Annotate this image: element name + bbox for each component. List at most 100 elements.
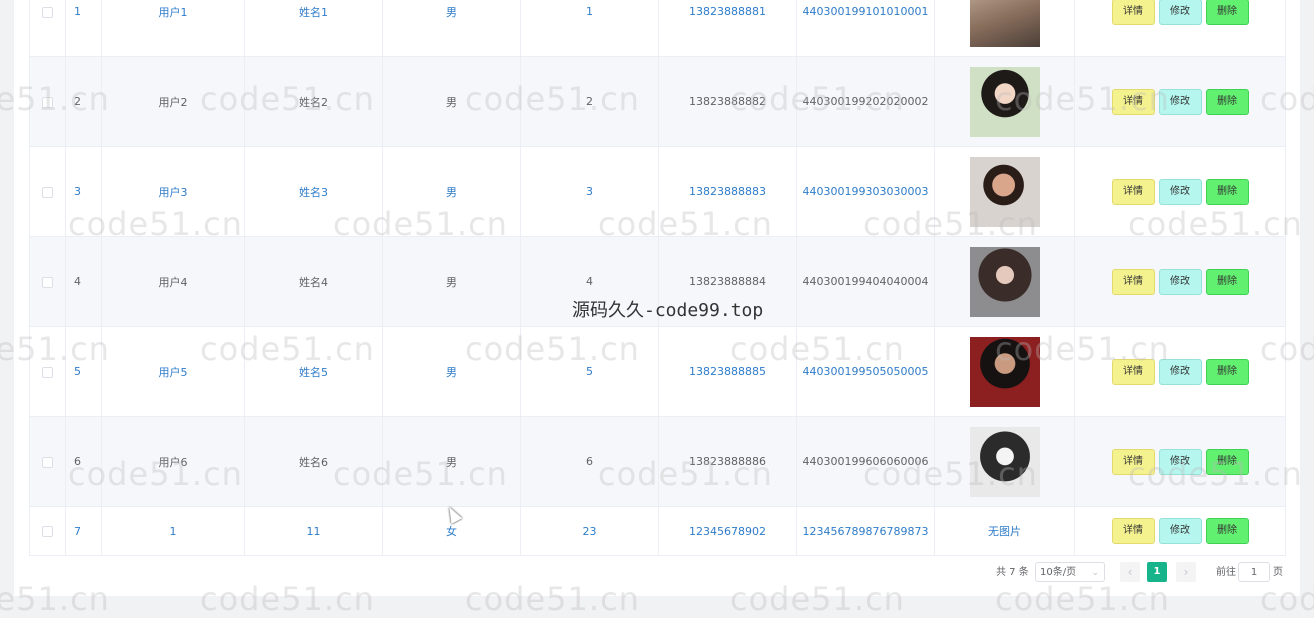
row-checkbox[interactable] [42,526,53,537]
username-cell: 用户5 [101,326,245,417]
username-cell: 用户2 [101,56,245,147]
name-cell: 姓名3 [244,146,383,237]
edit-button[interactable]: 修改 [1158,0,1202,25]
id-cell: 4 [65,236,102,327]
row-checkbox[interactable] [42,276,53,288]
delete-button[interactable]: 删除 [1205,358,1249,385]
age-cell: 3 [520,146,659,237]
phone-cell: 12345678902 [658,506,797,556]
avatar-cell: 无图片 [934,506,1075,556]
pagination-total: 共 7 条 [996,567,1029,578]
age-cell: 1 [520,0,659,57]
actions-cell: 详情 修改 删除 [1074,56,1286,147]
avatar-cell [934,416,1075,507]
actions-cell: 详情 修改 删除 [1074,236,1286,327]
phone-cell: 13823888885 [658,326,797,417]
select-cell [29,0,66,57]
avatar [969,66,1040,137]
username-cell: 用户3 [101,146,245,237]
avatar-cell [934,0,1075,57]
age-cell: 2 [520,56,659,147]
row-checkbox[interactable] [42,6,53,18]
name-cell: 11 [244,506,383,556]
actions-cell: 详情 修改 删除 [1074,416,1286,507]
select-cell [29,506,66,556]
goto-label: 前往 [1216,567,1236,578]
age-cell: 6 [520,416,659,507]
idcard-cell: 440300199606060006 [796,416,935,507]
gender-cell: 男 [382,236,521,327]
prev-page-button[interactable]: ‹ [1120,562,1140,582]
idcard-cell: 440300199303030003 [796,146,935,237]
phone-cell: 13823888883 [658,146,797,237]
avatar [969,246,1040,317]
detail-button[interactable]: 详情 [1111,518,1155,544]
actions-cell: 详情 修改 删除 [1074,506,1286,556]
edit-button[interactable]: 修改 [1158,88,1202,115]
avatar [969,156,1040,227]
id-cell: 2 [65,56,102,147]
phone-cell: 13823888886 [658,416,797,507]
id-cell: 3 [65,146,102,237]
center-watermark: 源码久久-code99.top [572,300,764,321]
idcard-cell: 440300199505050005 [796,326,935,417]
avatar-cell [934,236,1075,327]
delete-button[interactable]: 删除 [1205,178,1249,205]
username-cell: 用户1 [101,0,245,57]
actions-cell: 详情 修改 删除 [1074,326,1286,417]
row-checkbox[interactable] [42,186,53,198]
delete-button[interactable]: 删除 [1205,448,1249,475]
edit-button[interactable]: 修改 [1158,178,1202,205]
name-cell: 姓名4 [244,236,383,327]
edit-button[interactable]: 修改 [1158,268,1202,295]
idcard-cell: 123456789876789873 [796,506,935,556]
page-size-select[interactable]: 10条/页 ⌄ [1035,562,1105,582]
avatar-cell [934,326,1075,417]
delete-button[interactable]: 删除 [1205,518,1249,544]
gender-cell: 男 [382,146,521,237]
delete-button[interactable]: 删除 [1205,0,1249,25]
table-row: 2 用户2 姓名2 男 2 13823888882 440300199202020002 详情… [29,56,1286,147]
select-cell [29,326,66,417]
page-number-current[interactable]: 1 [1147,562,1167,582]
age-cell: 23 [520,506,659,556]
detail-button[interactable]: 详情 [1111,0,1155,25]
detail-button[interactable]: 详情 [1111,268,1155,295]
row-checkbox[interactable] [42,456,53,468]
username-cell: 用户4 [101,236,245,327]
edit-button[interactable]: 修改 [1158,448,1202,475]
name-cell: 姓名2 [244,56,383,147]
next-page-button[interactable]: › [1176,562,1196,582]
id-cell: 5 [65,326,102,417]
delete-button[interactable]: 删除 [1205,268,1249,295]
edit-button[interactable]: 修改 [1158,358,1202,385]
idcard-cell: 440300199101010001 [796,0,935,57]
select-cell [29,236,66,327]
avatar-cell [934,56,1075,147]
delete-button[interactable]: 删除 [1205,88,1249,115]
phone-cell: 13823888881 [658,0,797,57]
avatar [969,426,1040,497]
row-checkbox[interactable] [42,366,53,378]
detail-button[interactable]: 详情 [1111,448,1155,475]
avatar [969,0,1040,47]
name-cell: 姓名5 [244,326,383,417]
id-cell: 6 [65,416,102,507]
user-table: 1 用户1 姓名1 男 1 13823888881 440300199101010001 详情… [29,0,1286,556]
table-row: 7 1 11 女 23 12345678902 123456789876789873 无图片详… [29,506,1286,556]
detail-button[interactable]: 详情 [1111,178,1155,205]
row-checkbox[interactable] [42,96,53,108]
idcard-cell: 440300199404040004 [796,236,935,327]
chevron-down-icon: ⌄ [1091,568,1099,578]
edit-button[interactable]: 修改 [1158,518,1202,544]
select-cell [29,146,66,237]
id-cell: 7 [65,506,102,556]
goto-page-input[interactable]: 1 [1238,562,1270,582]
phone-cell: 13823888882 [658,56,797,147]
username-cell: 1 [101,506,245,556]
detail-button[interactable]: 详情 [1111,358,1155,385]
gender-cell: 男 [382,326,521,417]
gender-cell: 男 [382,0,521,57]
name-cell: 姓名1 [244,0,383,57]
detail-button[interactable]: 详情 [1111,88,1155,115]
